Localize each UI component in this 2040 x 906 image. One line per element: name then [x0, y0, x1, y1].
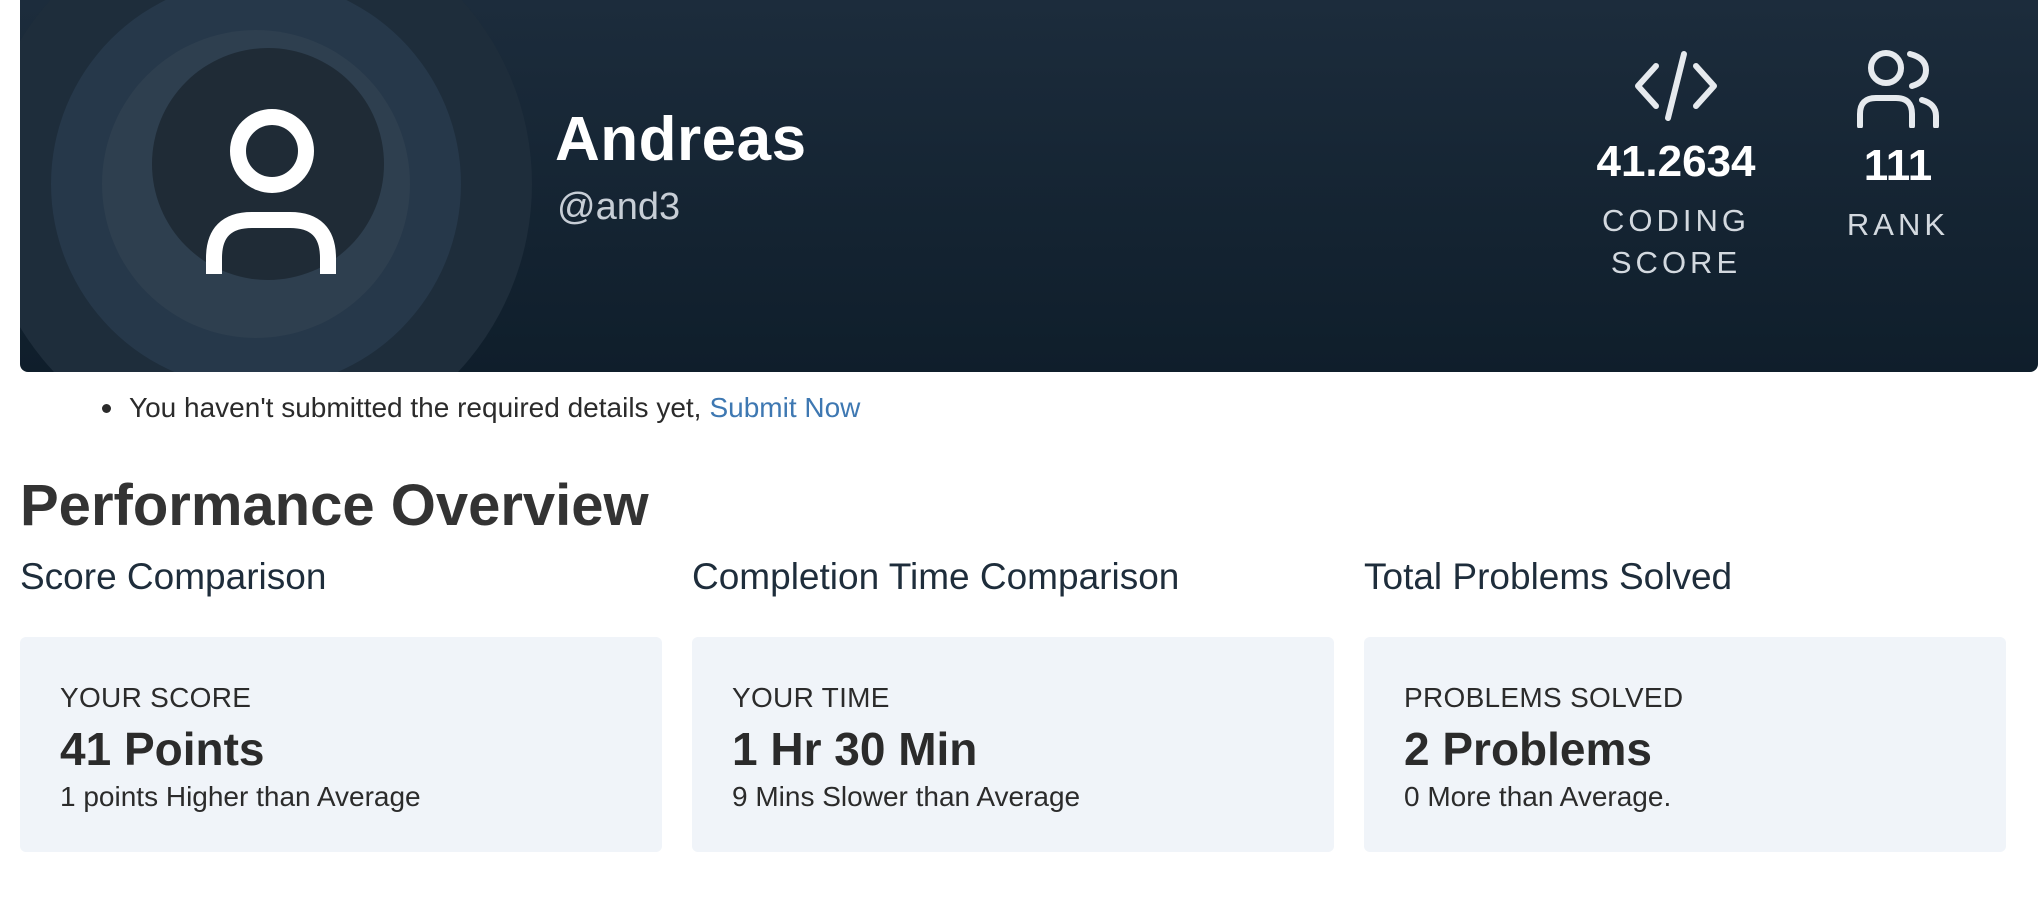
- problems-card-value: 2 Problems: [1404, 723, 1652, 775]
- details-notice: You haven't submitted the required detai…: [102, 392, 860, 424]
- time-card: YOUR TIME 1 Hr 30 Min 9 Mins Slower than…: [692, 637, 1334, 852]
- time-card-detail: 9 Mins Slower than Average: [732, 781, 1081, 812]
- coding-score-label: CODING SCORE: [1602, 203, 1750, 280]
- coding-score-value: 41.2634: [1596, 137, 1756, 186]
- users-icon: [1857, 50, 1939, 128]
- coding-score-stat: 41.2634 CODING SCORE: [1586, 48, 1766, 284]
- page-title: Performance Overview: [20, 473, 649, 538]
- problems-card-label: PROBLEMS SOLVED: [1404, 682, 1684, 713]
- score-card-detail: 1 points Higher than Average: [60, 781, 421, 812]
- time-card-value: 1 Hr 30 Min: [732, 723, 978, 775]
- bullet-icon: [102, 403, 111, 413]
- score-card-value: 41 Points: [60, 723, 265, 775]
- rank-stat: 111 RANK: [1820, 48, 1976, 246]
- profile-name: Andreas: [555, 105, 807, 174]
- rank-value: 111: [1863, 141, 1933, 190]
- user-icon: [206, 109, 336, 274]
- completion-time-comparison-title: Completion Time Comparison: [692, 556, 1180, 597]
- notice-text: You haven't submitted the required detai…: [129, 392, 702, 423]
- profile-handle: @and3: [557, 186, 681, 228]
- submit-now-link[interactable]: Submit Now: [709, 392, 860, 424]
- problems-card-detail: 0 More than Average.: [1404, 781, 1672, 812]
- rank-label: RANK: [1846, 207, 1950, 242]
- code-icon: [1635, 51, 1717, 121]
- problems-card: PROBLEMS SOLVED 2 Problems 0 More than A…: [1364, 637, 2006, 852]
- score-card: YOUR SCORE 41 Points 1 points Higher tha…: [20, 637, 662, 852]
- time-card-label: YOUR TIME: [732, 682, 890, 713]
- score-comparison-title: Score Comparison: [20, 556, 327, 597]
- score-card-label: YOUR SCORE: [60, 682, 252, 713]
- total-problems-solved-title: Total Problems Solved: [1364, 556, 1733, 597]
- profile-banner: Andreas @and3 41.2634 CODING SCORE 111 R…: [20, 0, 2038, 372]
